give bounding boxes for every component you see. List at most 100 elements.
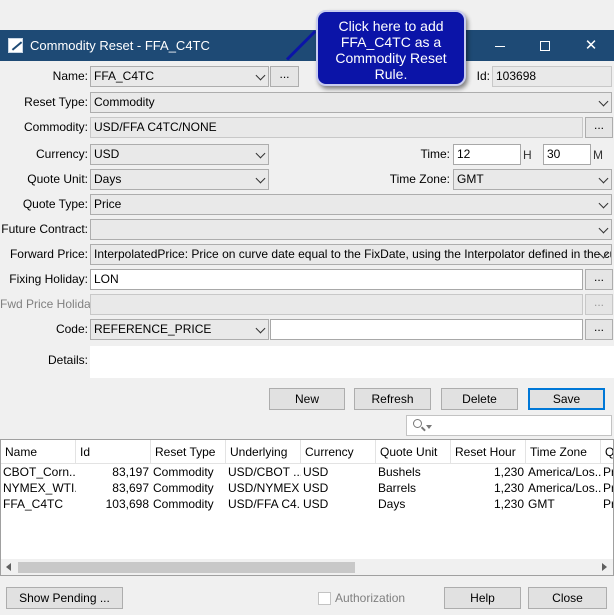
table-header: Name Id Reset Type Underlying Currency Q… (1, 440, 613, 464)
id-label: Id: (476, 69, 490, 83)
close-button[interactable]: Close (528, 587, 607, 609)
name-combo[interactable]: FFA_C4TC (90, 66, 269, 87)
cell-id: 83,697 (112, 481, 149, 495)
reset-type-combo[interactable]: Commodity (90, 92, 612, 113)
quote-unit-value: Days (94, 172, 122, 186)
reset-rules-table: Name Id Reset Type Underlying Currency Q… (0, 439, 614, 576)
cell-reset-hour: 1,230 (493, 497, 524, 511)
table-row[interactable]: NYMEX_WTI... 83,697 Commodity USD/NYMEX … (1, 480, 613, 496)
column-header-reset-type[interactable]: Reset Type (151, 440, 226, 464)
name-label: Name: (52, 69, 88, 83)
cell-underlying: USD/NYMEX ... (228, 481, 301, 495)
quote-type-value: Price (94, 197, 122, 211)
commodity-label: Commodity: (23, 120, 88, 134)
code-value: REFERENCE_PRICE (94, 322, 212, 336)
delete-button[interactable]: Delete (441, 388, 518, 410)
cell-reset-type: Commodity (153, 497, 214, 511)
commodity-browse-button[interactable]: ... (585, 117, 613, 138)
column-header-id[interactable]: Id (76, 440, 151, 464)
column-header-time-zone[interactable]: Time Zone (526, 440, 601, 464)
callout-tooltip: Click here to add FFA_C4TC as a Commodit… (316, 10, 466, 86)
currency-combo[interactable]: USD (90, 144, 269, 165)
cell-time-zone: America/Los... (528, 465, 601, 479)
code-browse-button[interactable]: ... (585, 319, 613, 340)
cell-name: NYMEX_WTI... (3, 481, 76, 495)
fixing-holiday-browse-button[interactable]: ... (585, 269, 613, 290)
time-hour-unit: H (523, 148, 532, 162)
quote-unit-combo[interactable]: Days (90, 169, 269, 190)
new-button[interactable]: New (269, 388, 345, 410)
help-button[interactable]: Help (444, 587, 521, 609)
authorization-checkbox[interactable] (318, 592, 331, 605)
column-header-quote-unit[interactable]: Quote Unit (376, 440, 451, 464)
cell-name: FFA_C4TC (3, 497, 64, 511)
cell-quote-unit: Barrels (378, 481, 417, 495)
time-hour-field[interactable]: 12 (453, 144, 521, 165)
fixing-holiday-label: Fixing Holiday: (9, 272, 88, 286)
close-window-button[interactable]: ✕ (568, 30, 614, 61)
commodity-field: USD/FFA C4TC/NONE (90, 117, 583, 138)
search-input[interactable] (406, 415, 612, 436)
column-header-underlying[interactable]: Underlying (226, 440, 301, 464)
scroll-right-icon[interactable] (602, 563, 607, 571)
cell-quote-unit: Bushels (378, 465, 421, 479)
scroll-left-icon[interactable] (6, 563, 11, 571)
fwd-price-holiday-label: Fwd Price Holiday: (0, 297, 101, 311)
table-row[interactable]: CBOT_Corn... 83,197 Commodity USD/CBOT .… (1, 464, 613, 480)
authorization-label: Authorization (335, 591, 406, 605)
quote-type-label: Quote Type: (22, 197, 88, 211)
code-text-field[interactable] (270, 319, 583, 340)
save-button[interactable]: Save (528, 388, 605, 410)
maximize-button[interactable] (522, 30, 568, 61)
scrollbar-thumb[interactable] (18, 562, 355, 573)
column-header-quote[interactable]: Q (601, 440, 613, 464)
refresh-button[interactable]: Refresh (354, 388, 431, 410)
column-header-name[interactable]: Name (1, 440, 76, 464)
chevron-down-icon (598, 223, 609, 234)
cell-reset-hour: 1,230 (493, 465, 524, 479)
future-contract-combo[interactable] (90, 219, 612, 240)
column-header-currency[interactable]: Currency (301, 440, 376, 464)
time-minute-field[interactable]: 30 (543, 144, 591, 165)
code-combo[interactable]: REFERENCE_PRICE (90, 319, 269, 340)
horizontal-scrollbar[interactable] (1, 559, 613, 575)
cell-quote: Pri (603, 481, 613, 495)
cell-name: CBOT_Corn... (3, 465, 76, 479)
name-browse-button[interactable]: ... (270, 66, 299, 87)
cell-id: 103,698 (105, 497, 149, 511)
search-dropdown-icon[interactable] (426, 425, 432, 429)
reset-type-value: Commodity (94, 95, 155, 109)
fixing-holiday-field[interactable]: LON (90, 269, 583, 290)
app-icon (8, 38, 23, 53)
cell-quote: Pri (603, 497, 613, 511)
fwd-price-holiday-browse-button: ... (585, 294, 613, 315)
details-area[interactable] (90, 346, 614, 378)
minimize-icon (495, 45, 505, 47)
table-row[interactable]: FFA_C4TC 103,698 Commodity USD/FFA C4...… (1, 496, 613, 512)
time-minute-unit: M (593, 148, 603, 162)
cell-underlying: USD/FFA C4... (228, 497, 301, 511)
cell-time-zone: America/Los... (528, 481, 601, 495)
reset-type-label: Reset Type: (24, 95, 88, 109)
time-zone-combo[interactable]: GMT (453, 169, 612, 190)
quote-type-combo[interactable]: Price (90, 194, 612, 215)
forward-price-combo[interactable]: InterpolatedPrice: Price on curve date e… (90, 244, 612, 265)
time-label: Time: (420, 147, 450, 161)
cell-quote: Pri (603, 465, 613, 479)
currency-value: USD (94, 147, 120, 161)
search-icon (413, 419, 422, 428)
maximize-icon (540, 41, 550, 52)
time-zone-value: GMT (457, 172, 484, 186)
column-header-reset-hour[interactable]: Reset Hour (451, 440, 526, 464)
cell-time-zone: GMT (528, 497, 555, 511)
title-bar: Commodity Reset - FFA_C4TC ✕ (0, 30, 614, 61)
code-label: Code: (55, 322, 88, 336)
cell-currency: USD (303, 465, 329, 479)
cell-reset-type: Commodity (153, 465, 214, 479)
minimize-button[interactable] (477, 30, 523, 61)
show-pending-button[interactable]: Show Pending ... (6, 587, 123, 609)
cell-reset-type: Commodity (153, 481, 214, 495)
currency-label: Currency: (35, 147, 88, 161)
future-contract-label: Future Contract: (1, 222, 88, 236)
cell-id: 83,197 (112, 465, 149, 479)
